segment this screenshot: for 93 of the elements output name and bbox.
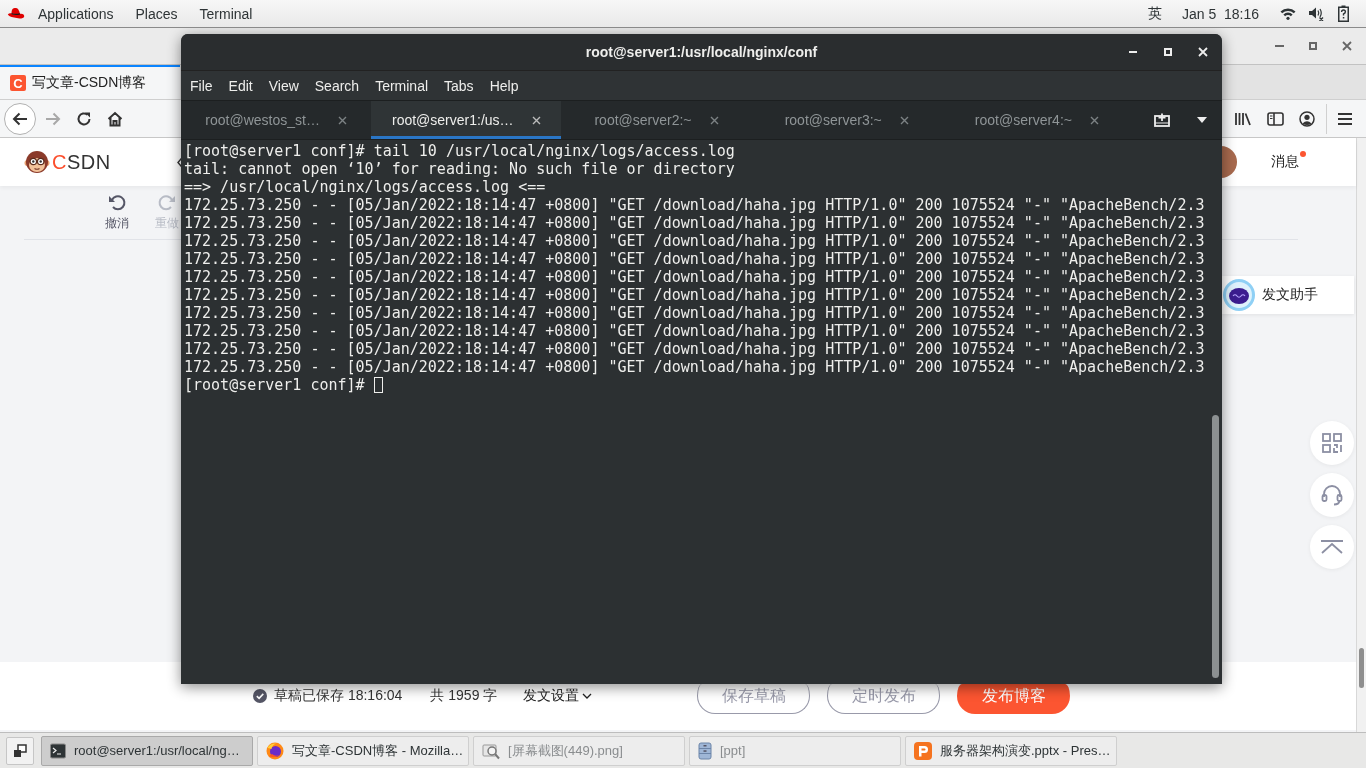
library-icon — [1234, 111, 1252, 126]
browser-icon — [266, 741, 284, 760]
site-logo[interactable]: CSDN — [52, 150, 111, 174]
qr-code-button[interactable] — [1310, 421, 1354, 465]
robot-icon — [1223, 279, 1255, 311]
close-icon[interactable] — [1089, 115, 1099, 125]
qr-code-icon — [1322, 433, 1342, 453]
arrow-right-icon — [45, 111, 61, 126]
back-to-top-button[interactable] — [1310, 525, 1354, 569]
terminal-tab[interactable]: root@server1:/us… — [371, 101, 562, 139]
check-circle-icon — [253, 689, 267, 703]
headset-icon — [1321, 484, 1343, 506]
terminal-tab[interactable]: root@server2:~ — [561, 101, 752, 139]
caret-icon — [582, 693, 593, 699]
taskbar-item[interactable]: root@server1:/usr/local/ng… — [41, 735, 253, 766]
magnifier-icon — [482, 741, 500, 760]
word-count: 共 1959 字 — [430, 687, 498, 705]
redo-icon — [158, 193, 176, 211]
window-title: root@server1:/usr/local/nginx/conf — [585, 44, 818, 60]
support-button[interactable] — [1310, 473, 1354, 517]
arrow-left-icon — [12, 111, 28, 126]
assistant-label: 发文助手 — [1262, 286, 1318, 304]
reload-icon — [76, 110, 92, 127]
sidebar-icon — [1266, 111, 1284, 126]
close-icon — [1342, 41, 1352, 51]
terminal-line: ==> /usr/local/nginx/logs/access.log <== — [184, 178, 547, 196]
terminal-line: 172.25.73.250 - - [05/Jan/2022:18:14:47 +0800] "GET /download/haha.jpg HTTP/1.0" 200 1075524 "-" "ApacheBench/2.3 — [184, 322, 1206, 340]
favicon-badge: C — [10, 75, 26, 91]
slides-app-icon — [914, 741, 932, 760]
shell-prompt: [root@server1 conf]# — [184, 376, 365, 394]
close-icon[interactable] — [899, 115, 909, 125]
close-icon[interactable] — [531, 115, 541, 125]
taskbar-item[interactable]: 服务器架构演变.pptx - Pres… — [905, 735, 1117, 766]
terminal-line: 172.25.73.250 - - [05/Jan/2022:18:14:47 +0800] "GET /download/haha.jpg HTTP/1.0" 200 1075524 "-" "ApacheBench/2.3 — [184, 196, 1206, 214]
browser-tab[interactable]: C 写文章-CSDN博客 — [0, 65, 180, 99]
terminal-line: 172.25.73.250 - - [05/Jan/2022:18:14:47 +0800] "GET /download/haha.jpg HTTP/1.0" 200 1075524 "-" "ApacheBench/2.3 — [184, 250, 1206, 268]
terminal-line: 172.25.73.250 - - [05/Jan/2022:18:14:47 +0800] "GET /download/haha.jpg HTTP/1.0" 200 1075524 "-" "ApacheBench/2.3 — [184, 340, 1206, 358]
terminal-tab[interactable]: root@server3:~ — [751, 101, 942, 139]
terminal-line: [root@server1 conf]# tail 10 /usr/local/nginx/logs/access.log — [184, 142, 736, 160]
cabinet-icon — [698, 741, 712, 760]
close-icon[interactable] — [709, 115, 719, 125]
assistant-card[interactable]: 发文助手 — [1222, 276, 1354, 314]
maximize-icon — [1164, 48, 1172, 56]
menu-icon — [1337, 111, 1353, 126]
menu-item[interactable]: View — [260, 77, 307, 94]
input-method-indicator[interactable]: 英 — [1147, 4, 1162, 23]
undo-button[interactable]: 撤消 — [105, 193, 129, 232]
terminal-line: 172.25.73.250 - - [05/Jan/2022:18:14:47 +0800] "GET /download/haha.jpg HTTP/1.0" 200 1075524 "-" "ApacheBench/2.3 — [184, 304, 1206, 322]
taskbar-item[interactable]: 写文章-CSDN博客 - Mozilla… — [257, 735, 469, 766]
terminal-tab[interactable]: root@westos_st… — [181, 101, 372, 139]
top-menu-item[interactable]: Places — [124, 5, 189, 22]
menu-item[interactable]: Search — [306, 77, 368, 94]
scrollbar-thumb[interactable] — [1359, 648, 1364, 688]
show-desktop-button[interactable] — [6, 736, 34, 765]
cursor-icon — [373, 377, 383, 393]
terminal-tab[interactable]: root@server4:~ — [941, 101, 1132, 139]
top-menu-item[interactable]: Terminal — [188, 5, 264, 22]
menu-item[interactable]: File — [182, 77, 221, 94]
publish-settings-dropdown[interactable]: 发文设置 — [523, 687, 593, 705]
terminal-line: 172.25.73.250 - - [05/Jan/2022:18:14:47 +0800] "GET /download/haha.jpg HTTP/1.0" 200 1075524 "-" "ApacheBench/2.3 — [184, 214, 1206, 232]
monkey-icon — [24, 149, 50, 175]
minimize-icon — [1129, 51, 1137, 53]
hat-icon — [7, 7, 25, 20]
new-tab-icon — [1154, 113, 1170, 127]
messages-link[interactable]: 消息 — [1271, 153, 1299, 171]
terminal-icon — [50, 742, 66, 759]
close-icon — [1198, 47, 1208, 57]
scrollbar-thumb[interactable] — [1212, 415, 1219, 678]
menu-item[interactable]: Edit — [220, 77, 261, 94]
volume-muted-icon[interactable] — [1308, 6, 1324, 21]
menu-item[interactable]: Tabs — [436, 77, 482, 94]
account-icon — [1299, 110, 1315, 127]
caret-down-icon — [1197, 117, 1207, 123]
menu-item[interactable]: Help — [481, 77, 527, 94]
windows-icon — [13, 743, 27, 758]
home-icon — [107, 110, 123, 127]
menu-item[interactable]: Terminal — [367, 77, 437, 94]
top-menu-item[interactable]: Applications — [27, 5, 125, 22]
battery-icon[interactable] — [1338, 5, 1349, 22]
terminal-line: 172.25.73.250 - - [05/Jan/2022:18:14:47 +0800] "GET /download/haha.jpg HTTP/1.0" 200 1075524 "-" "ApacheBench/2.3 — [184, 358, 1206, 376]
wifi-icon[interactable] — [1280, 7, 1296, 20]
clock[interactable]: Jan 5 18:16 — [1181, 5, 1259, 22]
draft-saved-status: 草稿已保存 18:16:04 — [274, 687, 403, 705]
terminal-line: 172.25.73.250 - - [05/Jan/2022:18:14:47 +0800] "GET /download/haha.jpg HTTP/1.0" 200 1075524 "-" "ApacheBench/2.3 — [184, 232, 1206, 250]
back-button[interactable] — [4, 102, 36, 135]
close-icon[interactable] — [337, 115, 347, 125]
minimize-icon — [1274, 45, 1284, 47]
maximize-icon — [1309, 42, 1317, 50]
terminal-line: 172.25.73.250 - - [05/Jan/2022:18:14:47 +0800] "GET /download/haha.jpg HTTP/1.0" 200 1075524 "-" "ApacheBench/2.3 — [184, 286, 1206, 304]
undo-icon — [108, 193, 126, 211]
back-to-top-icon — [1320, 540, 1344, 554]
terminal-line: tail: cannot open ‘10’ for reading: No such file or directory — [184, 160, 736, 178]
terminal-line: 172.25.73.250 - - [05/Jan/2022:18:14:47 +0800] "GET /download/haha.jpg HTTP/1.0" 200 1075524 "-" "ApacheBench/2.3 — [184, 268, 1206, 286]
